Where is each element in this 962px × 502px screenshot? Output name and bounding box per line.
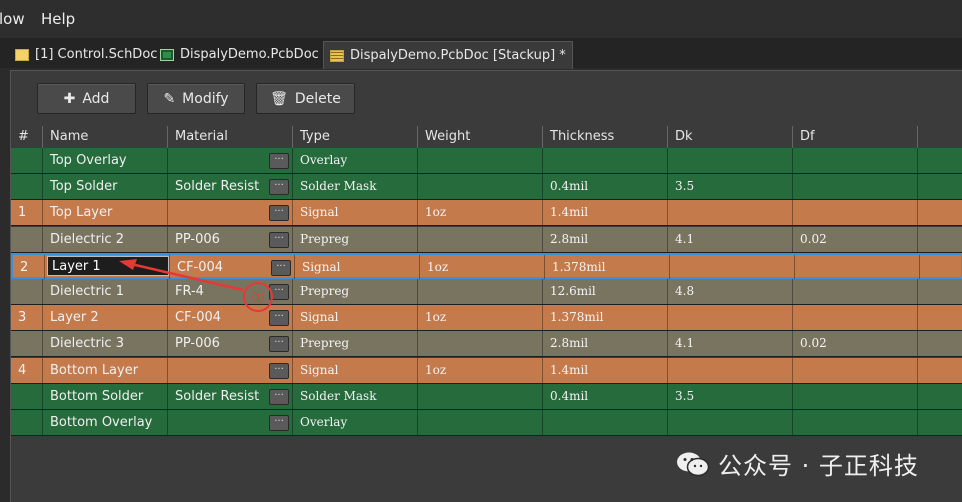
tab-label: DispalyDemo.PcbDoc [Stackup] * — [350, 48, 566, 63]
menu-bar: low Help — [0, 0, 962, 38]
wechat-icon — [677, 452, 710, 476]
menu-help[interactable]: Help — [41, 10, 75, 28]
tab-label: [1] Control.SchDoc — [35, 47, 158, 62]
annotation-arrowhead — [119, 259, 137, 270]
stackup-icon — [330, 49, 344, 62]
schematic-icon — [15, 48, 29, 61]
watermark-text: 公众号 · 子正科技 — [718, 452, 919, 480]
annotation-marker: ① — [251, 288, 265, 306]
tab-pcbdoc-stackup[interactable]: DispalyDemo.PcbDoc [Stackup] * — [323, 41, 573, 69]
pcb-icon — [160, 48, 174, 61]
tab-control-schdoc[interactable]: [1] Control.SchDoc — [15, 41, 157, 68]
tab-label: DispalyDemo.PcbDoc * — [180, 47, 330, 62]
watermark: 公众号 · 子正科技 — [676, 446, 919, 481]
annotation-arrow-line — [130, 262, 244, 292]
stackup-panel: ✚ Add ✎ Modify 🗑 Delete # Name Material … — [10, 70, 962, 502]
menu-window[interactable]: low — [0, 10, 25, 28]
annotation-overlay — [119, 259, 273, 312]
document-tabs: [1] Control.SchDoc DispalyDemo.PcbDoc * … — [0, 38, 962, 69]
tab-pcbdoc[interactable]: DispalyDemo.PcbDoc * — [160, 41, 329, 68]
